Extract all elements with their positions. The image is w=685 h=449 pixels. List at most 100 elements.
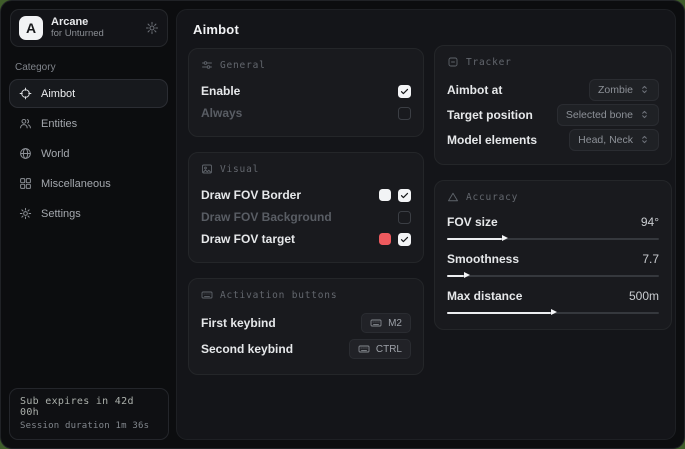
first-keybind-button[interactable]: M2 (361, 313, 411, 333)
slider-value: 7.7 (642, 252, 659, 266)
crosshair-icon (19, 87, 32, 100)
enable-checkbox[interactable] (398, 85, 411, 98)
slider-thumb[interactable] (502, 235, 508, 241)
card-title: General (220, 60, 266, 71)
setting-label: Draw FOV Background (201, 210, 332, 224)
main-panel: Aimbot General Enable Always (176, 9, 676, 440)
card-title: Tracker (466, 57, 512, 68)
subscription-info: Sub expires in 42d 00h Session duration … (9, 388, 169, 440)
second-keybind-button[interactable]: CTRL (349, 339, 411, 359)
chevrons-up-down-icon (639, 109, 650, 120)
app-subtitle: for Unturned (51, 29, 137, 40)
sidebar-item-label: Miscellaneous (41, 178, 111, 190)
setting-label: Max distance (447, 289, 522, 303)
always-checkbox[interactable] (398, 107, 411, 120)
gear-icon[interactable] (145, 21, 159, 35)
box-minus-icon (447, 56, 459, 68)
users-icon (19, 117, 32, 130)
setting-label: Second keybind (201, 342, 293, 356)
image-icon (201, 163, 213, 175)
chevrons-up-down-icon (639, 84, 650, 95)
sidebar-nav: Aimbot Entities World Miscellaneous Sett… (1, 79, 176, 228)
globe-icon (19, 147, 32, 160)
card-visual-header: Visual (201, 163, 411, 175)
fov-background-checkbox[interactable] (398, 211, 411, 224)
slider-fill (447, 238, 502, 240)
setting-row-aimbot-at: Aimbot at Zombie (447, 77, 659, 102)
setting-label: Smoothness (447, 252, 519, 266)
keybind-value: M2 (388, 318, 402, 329)
setting-label: Always (201, 106, 242, 120)
fov-border-checkbox[interactable] (398, 189, 411, 202)
setting-row-fov-border: Draw FOV Border (201, 184, 411, 206)
sidebar-item-world[interactable]: World (9, 139, 168, 168)
setting-label: Enable (201, 84, 240, 98)
fov-target-checkbox[interactable] (398, 233, 411, 246)
session-duration-text: Session duration 1m 36s (20, 421, 158, 431)
grid-icon (19, 177, 32, 190)
card-title: Accuracy (466, 192, 518, 203)
select-value: Selected bone (566, 109, 633, 121)
target-position-select[interactable]: Selected bone (557, 104, 659, 126)
keyboard-icon (358, 343, 370, 355)
smoothness-slider[interactable] (447, 271, 659, 280)
select-value: Zombie (598, 84, 633, 96)
model-elements-select[interactable]: Head, Neck (569, 129, 659, 151)
sidebar-item-label: World (41, 148, 70, 160)
slider-thumb[interactable] (464, 272, 470, 278)
window: A Arcane for Unturned Category Aimbot En… (0, 0, 685, 449)
aimbot-at-select[interactable]: Zombie (589, 79, 659, 101)
left-column: General Enable Always (188, 48, 424, 375)
sidebar-item-label: Entities (41, 118, 77, 130)
card-activation-header: Activation buttons (201, 289, 411, 301)
setting-label: Draw FOV target (201, 232, 295, 246)
chevrons-up-down-icon (639, 134, 650, 145)
card-accuracy: Accuracy FOV size 94° Smoothness (434, 180, 672, 330)
sidebar-item-entities[interactable]: Entities (9, 109, 168, 138)
sidebar: A Arcane for Unturned Category Aimbot En… (1, 1, 176, 448)
setting-row-first-keybind: First keybind M2 (201, 310, 411, 336)
setting-row-model-elements: Model elements Head, Neck (447, 127, 659, 152)
right-column: Tracker Aimbot at Zombie Target position… (434, 45, 672, 330)
slider-value: 500m (629, 289, 659, 303)
fov-size-slider[interactable] (447, 234, 659, 243)
sidebar-item-aimbot[interactable]: Aimbot (9, 79, 168, 108)
setting-row-fov-background: Draw FOV Background (201, 206, 411, 228)
setting-row-enable: Enable (201, 80, 411, 102)
setting-row-fov-target: Draw FOV target (201, 228, 411, 250)
app-title-block: Arcane for Unturned (51, 16, 137, 40)
setting-label: Draw FOV Border (201, 188, 301, 202)
card-accuracy-header: Accuracy (447, 191, 659, 203)
card-title: Activation buttons (220, 290, 337, 301)
sidebar-item-miscellaneous[interactable]: Miscellaneous (9, 169, 168, 198)
gear-icon (19, 207, 32, 220)
card-visual: Visual Draw FOV Border Draw FOV Backgrou… (188, 152, 424, 263)
setting-label: Model elements (447, 133, 537, 147)
setting-label: First keybind (201, 316, 276, 330)
slider-thumb[interactable] (551, 309, 557, 315)
slider-fill (447, 312, 551, 314)
card-title: Visual (220, 164, 259, 175)
color-swatch[interactable] (379, 233, 391, 245)
category-label: Category (15, 62, 162, 73)
keyboard-icon (201, 289, 213, 301)
card-activation-buttons: Activation buttons First keybind M2 Seco… (188, 278, 424, 375)
triangle-icon (447, 191, 459, 203)
color-swatch[interactable] (379, 189, 391, 201)
keybind-value: CTRL (376, 344, 402, 355)
setting-group-max-distance: Max distance 500m (447, 286, 659, 317)
app-header: A Arcane for Unturned (10, 9, 168, 47)
setting-row-second-keybind: Second keybind CTRL (201, 336, 411, 362)
app-logo: A (19, 16, 43, 40)
setting-row-target-position: Target position Selected bone (447, 102, 659, 127)
setting-group-fov-size: FOV size 94° (447, 212, 659, 243)
page-title: Aimbot (193, 22, 239, 37)
sidebar-item-settings[interactable]: Settings (9, 199, 168, 228)
keyboard-icon (370, 317, 382, 329)
setting-label: Target position (447, 108, 533, 122)
card-tracker-header: Tracker (447, 56, 659, 68)
slider-track[interactable] (447, 275, 659, 277)
max-distance-slider[interactable] (447, 308, 659, 317)
sidebar-item-label: Settings (41, 208, 81, 220)
sub-expiry-text: Sub expires in 42d 00h (20, 396, 158, 418)
